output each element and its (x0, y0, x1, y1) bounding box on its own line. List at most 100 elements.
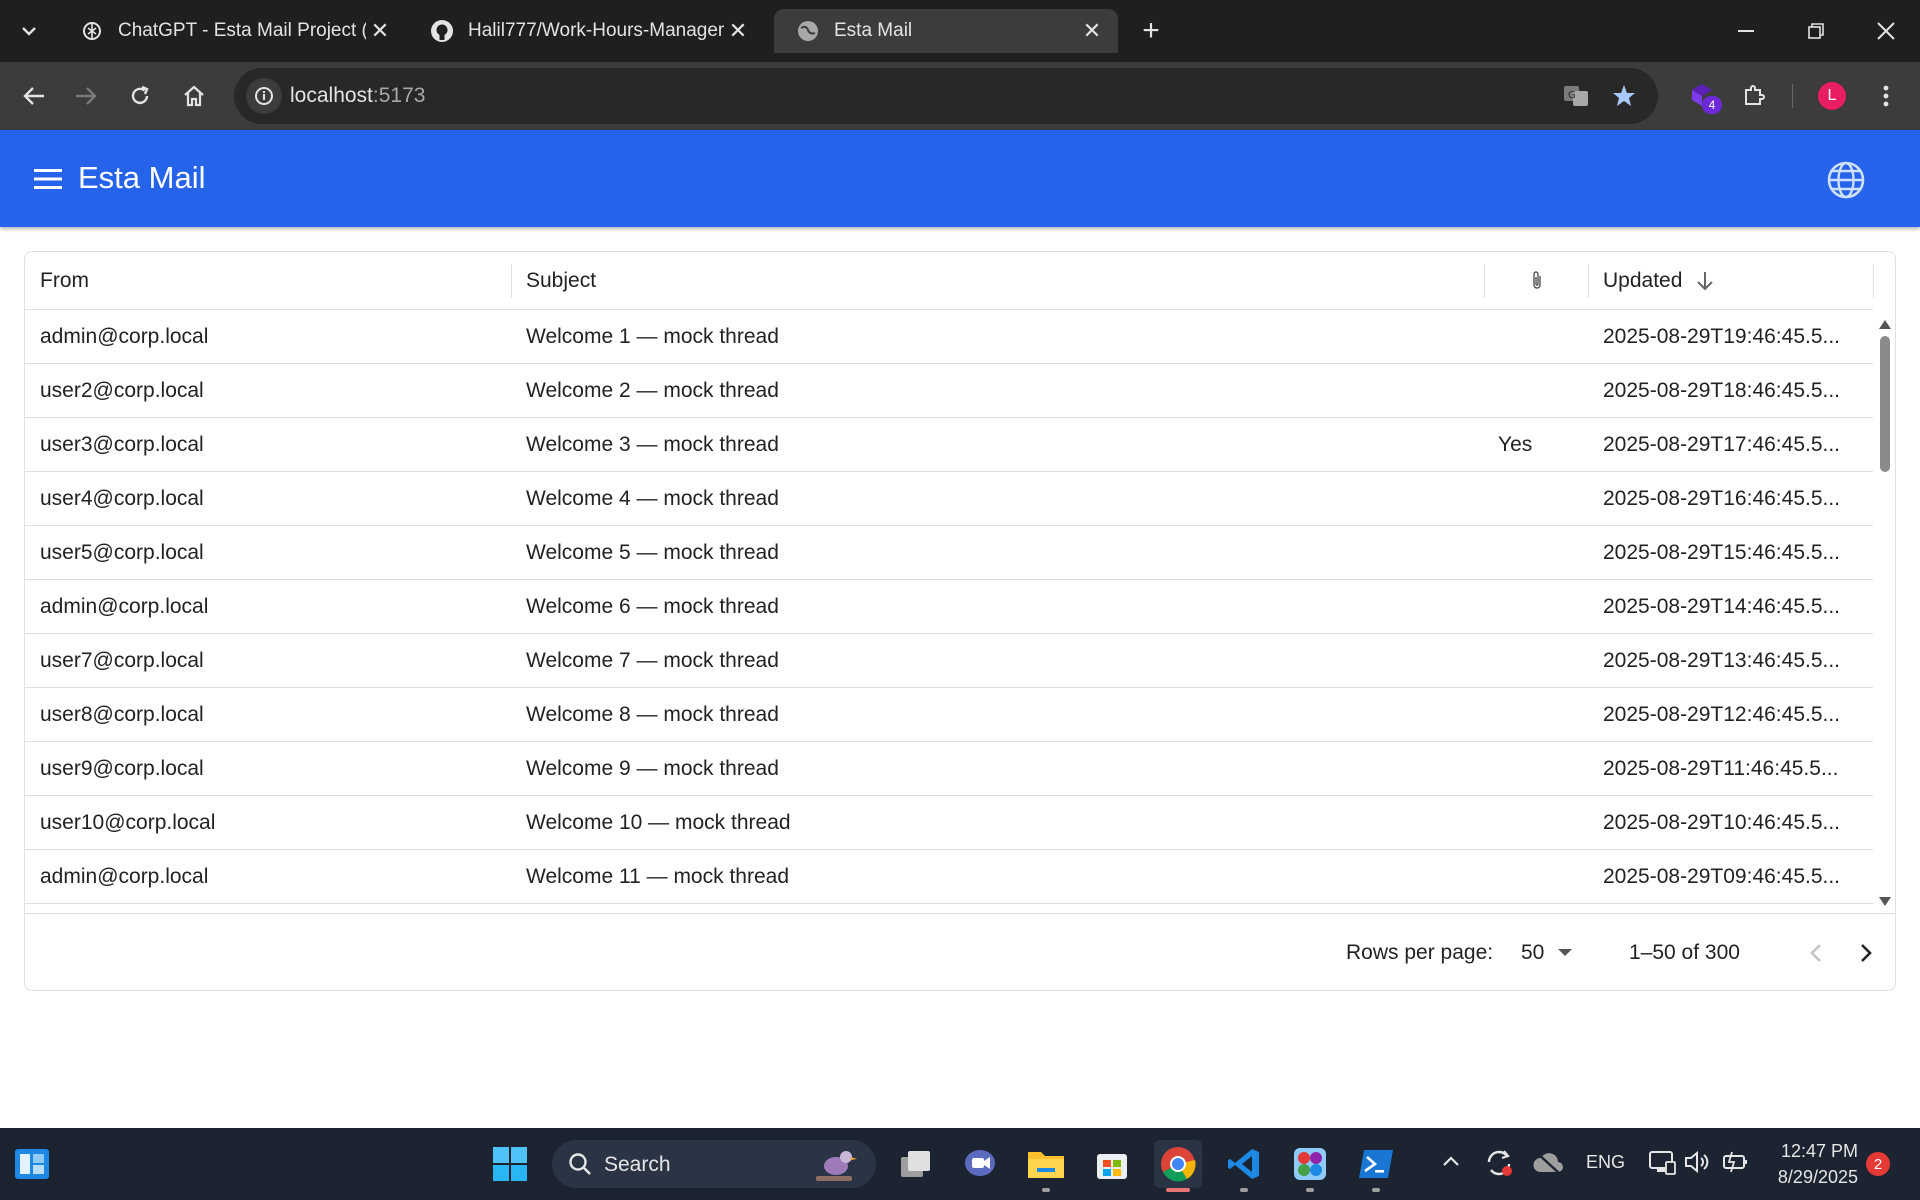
cell-updated: 2025-08-29T19:46:45.5... (1603, 324, 1841, 348)
paperclip-icon (1531, 270, 1543, 292)
onedrive-cloud-icon[interactable] (1532, 1150, 1564, 1181)
cell-attachment (1498, 850, 1578, 903)
clock[interactable]: 12:47 PM 8/29/2025 (1762, 1138, 1858, 1190)
clock-time: 12:47 PM (1780, 1141, 1858, 1161)
column-separator[interactable] (511, 264, 512, 298)
table-row[interactable]: user2@corp.local Welcome 2 — mock thread… (25, 364, 1873, 418)
chrome-icon[interactable] (1154, 1140, 1202, 1188)
browser-tab-github[interactable]: Halil777/Work-Hours-Managem ✕ (408, 9, 764, 53)
column-header-label: From (40, 269, 89, 292)
chatgpt-icon (80, 19, 104, 43)
previous-page-button[interactable] (1799, 936, 1833, 970)
bookmark-star-icon[interactable] (1608, 80, 1640, 112)
table-header: From Subject Updated (25, 252, 1874, 310)
table-row[interactable]: user3@corp.local Welcome 3 — mock thread… (25, 418, 1873, 472)
close-tab-icon[interactable]: ✕ (366, 17, 394, 45)
cell-from: user4@corp.local (40, 486, 204, 510)
show-hidden-icons-chevron-icon[interactable] (1442, 1154, 1460, 1172)
task-view-icon[interactable] (892, 1140, 940, 1188)
translate-icon[interactable]: G (1560, 80, 1592, 112)
taskbar-search-box[interactable]: Search (552, 1140, 876, 1188)
close-window-button[interactable] (1866, 16, 1906, 46)
home-icon[interactable] (174, 76, 214, 116)
close-tab-icon[interactable]: ✕ (1078, 17, 1106, 45)
column-header-subject[interactable]: Subject (526, 252, 1486, 310)
profile-avatar[interactable]: L (1818, 82, 1846, 110)
table-row[interactable]: admin@corp.local Welcome 1 — mock thread… (25, 310, 1873, 364)
rows-per-page-select[interactable]: 50 (1521, 936, 1581, 970)
browser-menu-icon[interactable] (1866, 76, 1906, 116)
extension-icon[interactable]: 4 (1684, 76, 1724, 116)
cell-from: admin@corp.local (40, 594, 209, 618)
new-tab-button[interactable]: + (1134, 14, 1168, 48)
pagination-range: 1–50 of 300 (1629, 941, 1740, 964)
column-separator[interactable] (1873, 264, 1874, 298)
table-row[interactable]: user7@corp.local Welcome 7 — mock thread… (25, 634, 1873, 688)
column-header-attachment[interactable] (1485, 252, 1589, 310)
sort-descending-arrow-icon[interactable] (1696, 271, 1714, 291)
column-header-label: Updated (1603, 269, 1683, 292)
battery-icon[interactable] (1722, 1150, 1750, 1179)
cell-from: user2@corp.local (40, 378, 204, 402)
search-highlight-bird-icon (806, 1144, 862, 1190)
minimize-button[interactable] (1726, 16, 1766, 46)
next-page-button[interactable] (1849, 936, 1883, 970)
table-row[interactable]: admin@corp.local Welcome 6 — mock thread… (25, 580, 1873, 634)
notification-count: 2 (1873, 1155, 1883, 1173)
profile-initial: L (1827, 87, 1837, 104)
browser-tab-esta-mail[interactable]: Esta Mail ✕ (774, 9, 1118, 53)
back-arrow-icon[interactable] (14, 76, 54, 116)
cell-from: user10@corp.local (40, 810, 216, 834)
cell-updated: 2025-08-29T16:46:45.5... (1603, 486, 1841, 510)
forward-arrow-icon[interactable] (66, 76, 106, 116)
rows-per-page-label: Rows per page: (1346, 941, 1494, 964)
table-row[interactable]: user4@corp.local Welcome 4 — mock thread… (25, 472, 1873, 526)
table-row[interactable]: user9@corp.local Welcome 9 — mock thread… (25, 742, 1873, 796)
file-explorer-icon[interactable] (1022, 1140, 1070, 1188)
url-port: :5173 (372, 84, 426, 107)
vscode-icon[interactable] (1220, 1140, 1268, 1188)
cell-attachment (1498, 742, 1578, 795)
column-separator[interactable] (1588, 264, 1589, 298)
cell-subject: Welcome 6 — mock thread (526, 594, 779, 618)
chevron-left-icon (1810, 943, 1822, 963)
tab-title: Halil777/Work-Hours-Managem (468, 20, 724, 41)
sync-icon[interactable] (1484, 1148, 1514, 1183)
hamburger-menu-icon[interactable] (28, 162, 68, 196)
browser-tab-chatgpt[interactable]: ChatGPT - Esta Mail Project (Alt ✕ (58, 9, 406, 53)
notification-badge[interactable]: 2 (1866, 1152, 1890, 1176)
scrollbar-thumb[interactable] (1880, 336, 1890, 472)
app-grid-icon[interactable] (1286, 1140, 1334, 1188)
column-header-updated[interactable]: Updated (1603, 252, 1863, 310)
teams-meet-icon[interactable] (956, 1140, 1004, 1188)
microsoft-store-icon[interactable] (1088, 1140, 1136, 1188)
network-icon[interactable] (1648, 1148, 1676, 1181)
table-row[interactable]: user10@corp.local Welcome 10 — mock thre… (25, 796, 1873, 850)
cell-attachment (1498, 364, 1578, 417)
table-row[interactable]: admin@corp.local Welcome 11 — mock threa… (25, 850, 1873, 904)
column-header-from[interactable]: From (40, 252, 510, 310)
address-bar[interactable]: localhost:5173 G (234, 68, 1658, 124)
running-indicator (1306, 1188, 1314, 1192)
scroll-down-arrow-icon[interactable] (1879, 894, 1891, 912)
powershell-icon[interactable] (1352, 1140, 1400, 1188)
scroll-up-arrow-icon[interactable] (1879, 316, 1891, 334)
table-row[interactable]: user8@corp.local Welcome 8 — mock thread… (25, 688, 1873, 742)
tab-list-chevron-icon[interactable] (14, 16, 44, 46)
cell-subject: Welcome 7 — mock thread (526, 648, 779, 672)
widgets-icon[interactable] (8, 1140, 56, 1188)
site-info-icon[interactable] (246, 78, 282, 114)
language-indicator[interactable]: ENG (1586, 1152, 1625, 1173)
cell-attachment (1498, 580, 1578, 633)
start-button[interactable] (486, 1140, 534, 1188)
language-globe-icon[interactable] (1826, 160, 1866, 200)
extensions-puzzle-icon[interactable] (1734, 76, 1774, 116)
table-scrollbar[interactable] (1875, 310, 1895, 908)
table-row[interactable]: user5@corp.local Welcome 5 — mock thread… (25, 526, 1873, 580)
close-tab-icon[interactable]: ✕ (724, 17, 752, 45)
restore-button[interactable] (1796, 16, 1836, 46)
cell-attachment: Yes (1498, 432, 1533, 456)
volume-icon[interactable] (1684, 1150, 1710, 1179)
table-pagination: Rows per page: 50 1–50 of 300 (25, 913, 1895, 990)
reload-icon[interactable] (120, 76, 160, 116)
